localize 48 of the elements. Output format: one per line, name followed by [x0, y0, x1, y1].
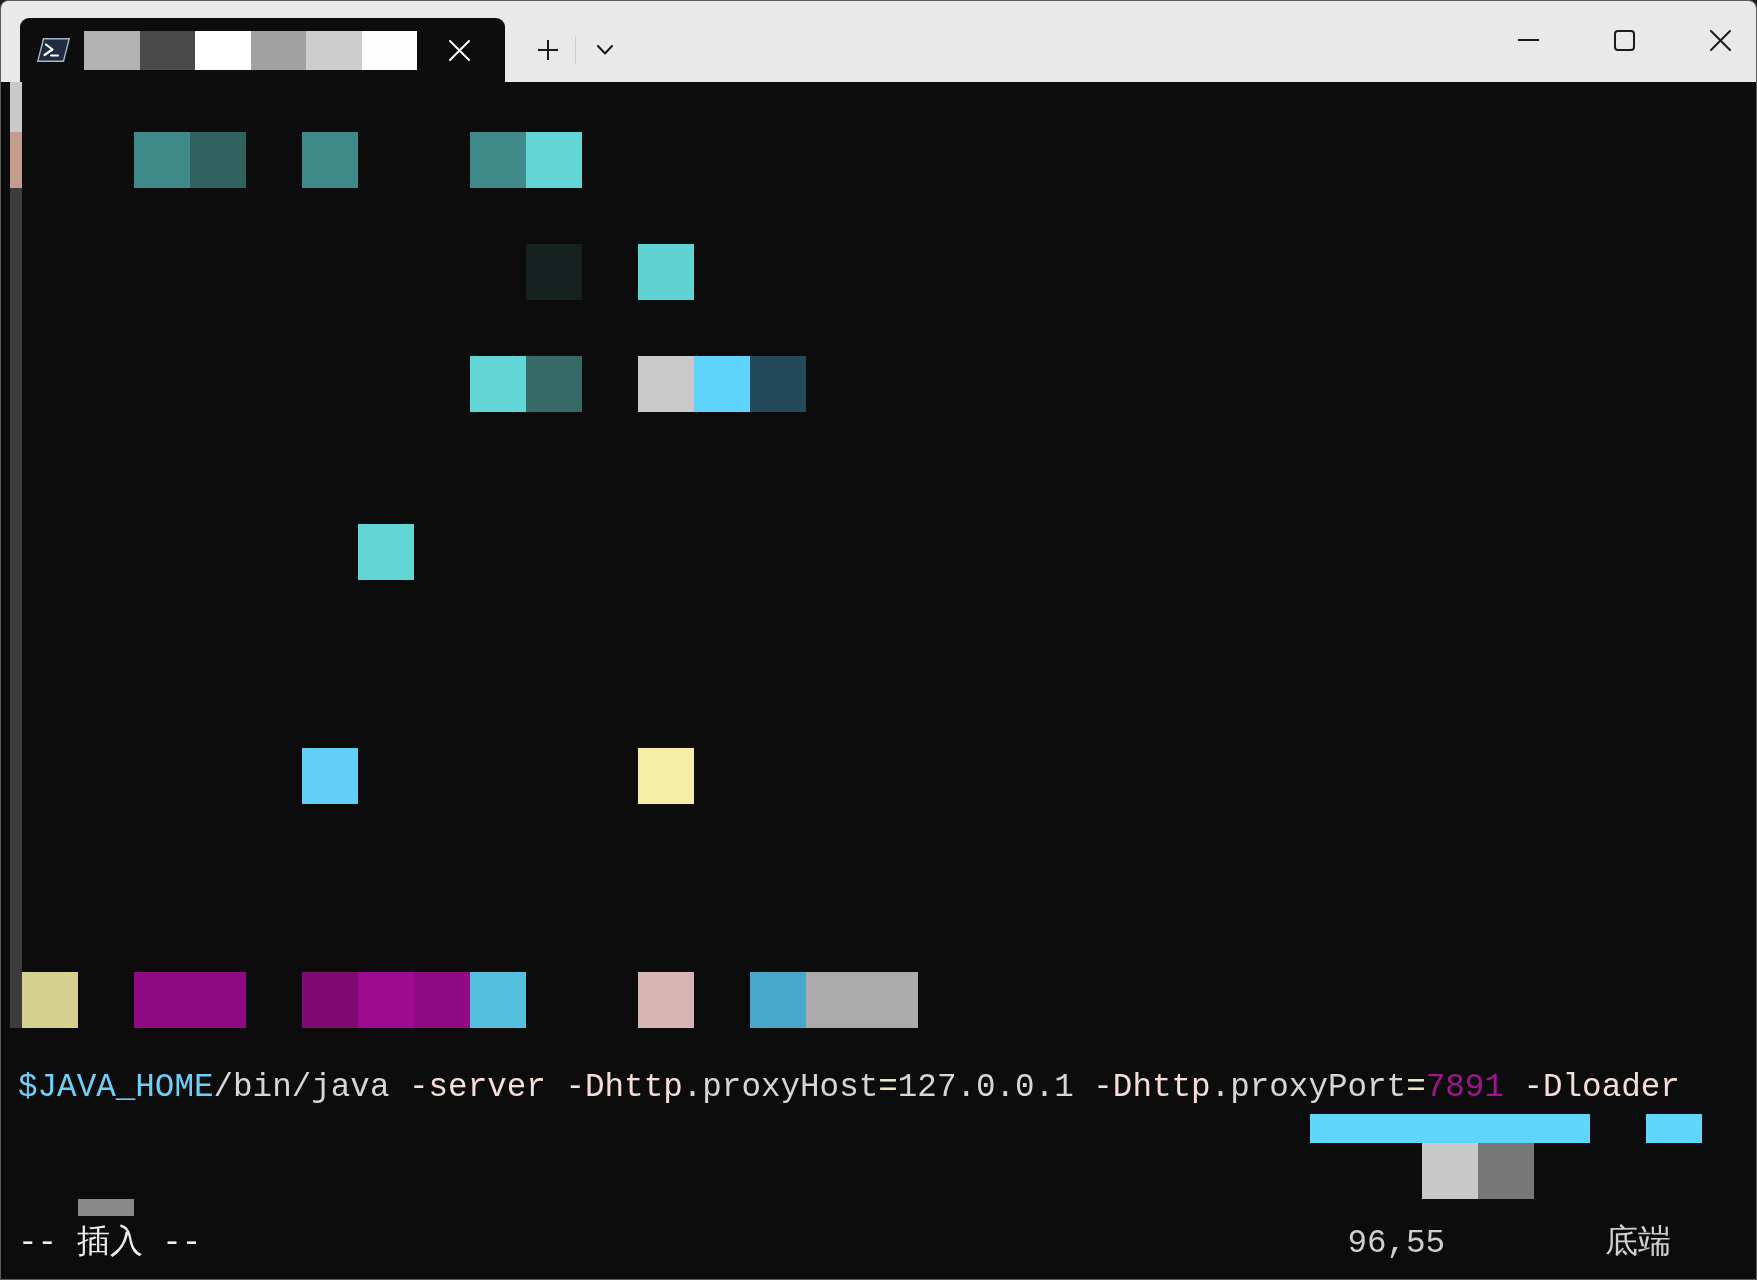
- pixelated-block: [302, 972, 358, 1028]
- pixelated-block: [750, 972, 806, 1028]
- pixelated-block: [78, 1199, 134, 1216]
- powershell-icon: [37, 38, 70, 62]
- pixelated-block: [806, 972, 862, 1028]
- maximize-icon: [1614, 29, 1635, 51]
- pixelated-block: [190, 132, 246, 188]
- pixelated-block: [195, 30, 251, 70]
- pixelated-block: [638, 244, 694, 300]
- command-line: $JAVA_HOME/bin/java -server -Dhttp.proxyHost=127.0.0.1 -Dhttp.proxyPort=7891 -Dloader: [17, 1068, 1681, 1107]
- pixelated-block: [526, 132, 582, 188]
- minimize-button[interactable]: [1515, 36, 1542, 44]
- pixelated-block: [306, 30, 362, 70]
- pixelated-block: [134, 132, 190, 188]
- pixelated-block: [190, 972, 246, 1028]
- chevron-down-icon: [597, 45, 613, 55]
- pixelated-block: [302, 748, 358, 804]
- close-icon: [449, 39, 470, 61]
- terminal-tab[interactable]: [20, 18, 505, 82]
- pixelated-block: [638, 972, 694, 1028]
- pixelated-block: [134, 972, 190, 1028]
- mode-indicator: -- 插入 --: [18, 1224, 203, 1263]
- pixelated-block: [526, 356, 582, 412]
- pixelated-block: [302, 132, 358, 188]
- pixelated-block: [470, 356, 526, 412]
- pixelated-block: [414, 972, 470, 1028]
- minimize-icon: [1518, 39, 1539, 41]
- plus-icon: [538, 40, 558, 60]
- close-icon: [1710, 29, 1731, 51]
- cursor-position: 96,55: [1347, 1224, 1447, 1263]
- pixelated-block: [694, 356, 750, 412]
- pixelated-block: [1646, 1114, 1702, 1143]
- pixelated-block: [361, 30, 417, 70]
- pixelated-block: [470, 132, 526, 188]
- scroll-position: 底端: [1605, 1224, 1673, 1263]
- pixelated-block: [10, 82, 22, 132]
- pixelated-block: [139, 30, 195, 70]
- pixelated-block: [638, 356, 694, 412]
- pixelated-block: [358, 524, 414, 580]
- pixelated-block: [862, 972, 918, 1028]
- pixelated-block: [358, 972, 414, 1028]
- pixelated-block: [638, 748, 694, 804]
- pixelated-block: [84, 30, 140, 70]
- pixelated-block: [1310, 1114, 1366, 1143]
- pixelated-block: [750, 356, 806, 412]
- pixelated-block: [470, 972, 526, 1028]
- new-tab-button[interactable]: [535, 37, 561, 63]
- pixelated-block: [250, 30, 306, 70]
